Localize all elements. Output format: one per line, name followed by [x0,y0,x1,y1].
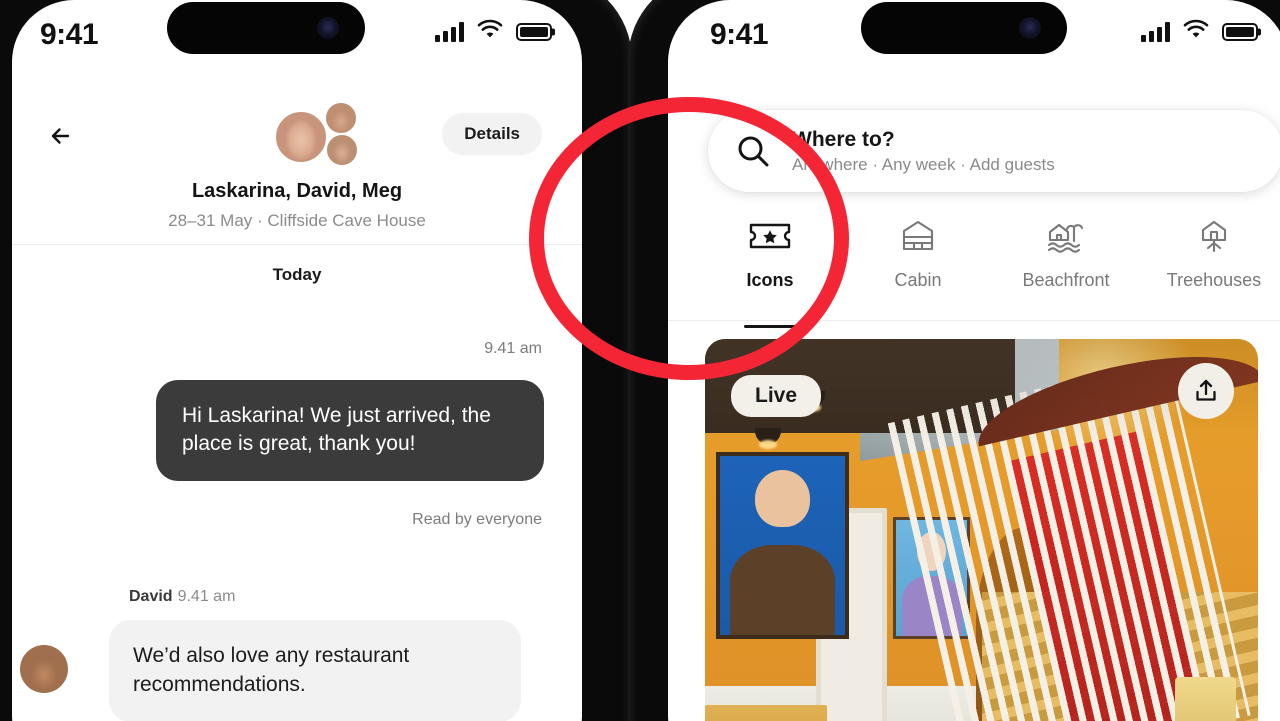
category-tab-cabin[interactable]: Cabin [844,216,992,320]
live-badge: Live [731,375,822,417]
incoming-message-bubble[interactable]: We’d also love any restaurant recommenda… [109,620,521,721]
dynamic-island [861,2,1067,54]
outgoing-timestamp: 9.41 am [484,340,542,357]
search-secondary-text: Anywhere · Any week · Add guests [792,154,1055,174]
incoming-sender-line: David 9.41 am [129,588,235,606]
dynamic-island [167,2,365,54]
status-clock: 9:41 [710,18,769,51]
search-bar[interactable]: Where to? Anywhere · Any week · Add gues… [708,110,1280,192]
category-tab-label: Cabin [894,270,942,290]
front-camera-icon [1019,17,1041,39]
status-icons [435,19,552,44]
left-phone-screen: 9:41 Details Laskarina, David, Meg 28–31… [12,0,582,721]
sender-name: David [129,588,173,605]
avatar [274,110,328,164]
wifi-icon [1183,19,1209,44]
search-icon [736,134,770,168]
category-tab-label: Treehouses [1166,270,1262,290]
left-status-bar: 9:41 [12,0,582,80]
category-divider [668,320,1280,321]
log-cabin-icon [896,216,940,256]
thread-title: Laskarina, David, Meg [191,180,403,202]
battery-full-icon [1222,22,1258,41]
outgoing-message-bubble[interactable]: Hi Laskarina! We just arrived, the place… [156,380,544,481]
battery-full-icon [516,22,552,41]
share-button[interactable] [1178,363,1234,419]
category-tab-label: Icons [746,270,794,290]
right-phone-frame: 9:41 Where to? Anywhere · Any week · Add… [628,0,1280,721]
listing-card[interactable]: Live [705,339,1258,721]
read-receipt: Read by everyone [412,511,542,528]
category-tab-treehouses[interactable]: Treehouses [1140,216,1280,320]
search-primary-text: Where to? [792,127,895,151]
cellular-bars-icon [435,21,464,42]
treehouse-icon [1192,216,1236,256]
beach-hut-icon [1044,216,1088,256]
category-tab-beachfront[interactable]: Beachfront [992,216,1140,320]
category-tabs[interactable]: Icons Cabin Beachfront Treehouses [696,216,1280,320]
ticket-star-icon [748,216,792,256]
status-icons [1141,19,1258,44]
avatar [20,645,68,693]
header-divider [12,244,582,245]
day-divider: Today [272,265,322,284]
left-phone-frame: 9:41 Details Laskarina, David, Meg 28–31… [0,0,632,721]
share-upload-icon [1196,379,1216,401]
right-status-bar: 9:41 [668,0,1280,80]
category-tab-icons[interactable]: Icons [696,216,844,320]
cellular-bars-icon [1141,21,1170,42]
wifi-icon [477,19,503,44]
participant-avatars[interactable] [12,101,582,173]
right-phone-screen: 9:41 Where to? Anywhere · Any week · Add… [668,0,1280,721]
category-tab-label: Beachfront [1022,270,1110,290]
thread-subtitle: 28–31 May · Cliffside Cave House [168,211,426,230]
incoming-timestamp: 9.41 am [177,588,236,605]
status-clock: 9:41 [40,18,99,51]
front-camera-icon [317,17,339,39]
avatar [325,133,359,167]
avatar [324,101,358,135]
screenshot-root: 9:41 Details Laskarina, David, Meg 28–31… [0,0,1280,721]
